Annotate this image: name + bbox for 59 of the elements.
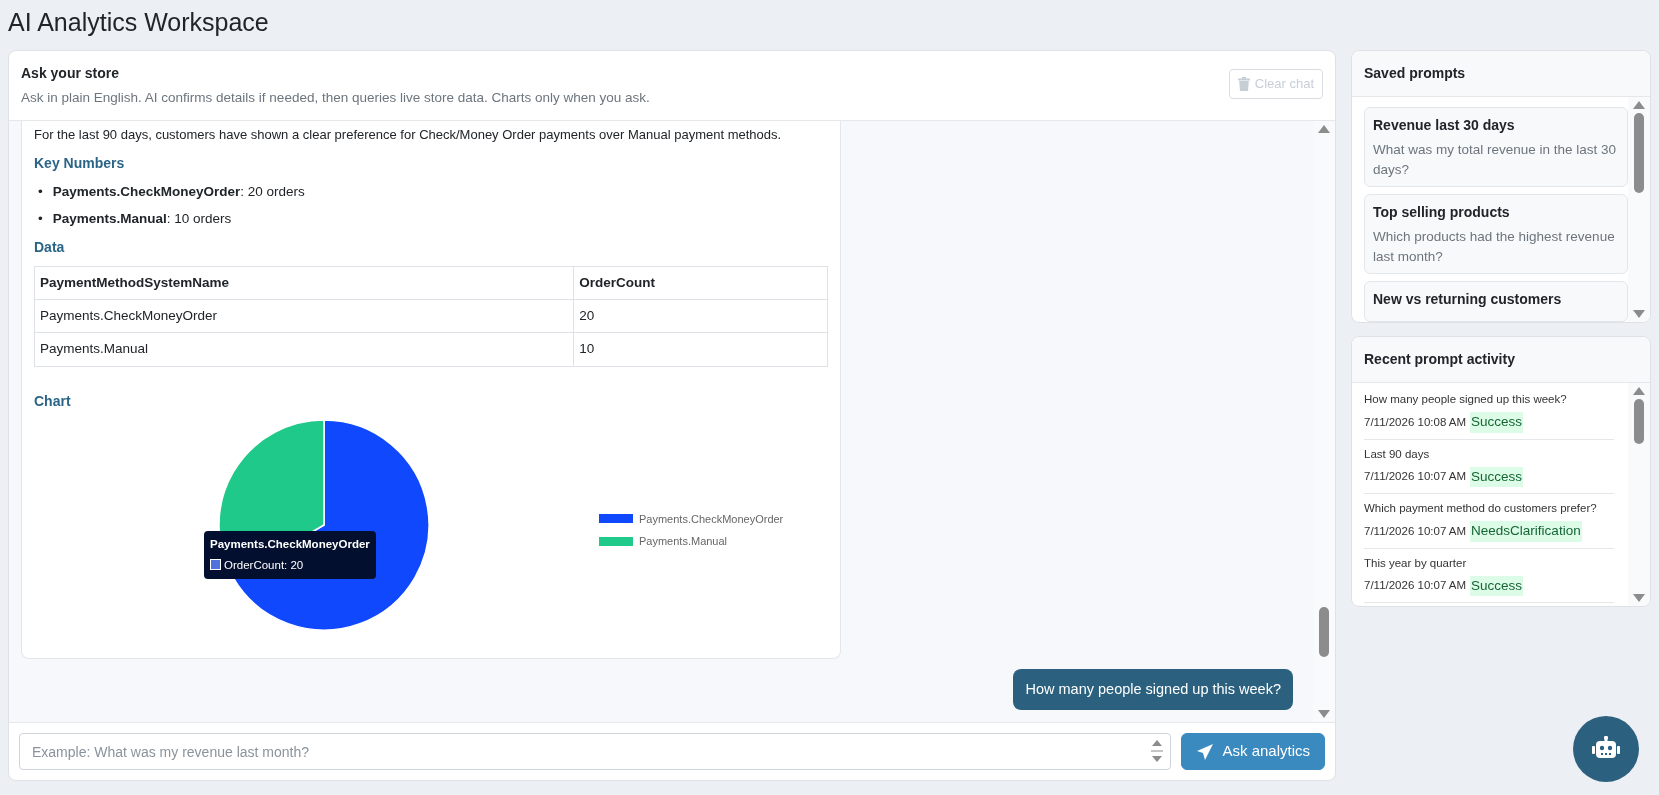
scroll-down-arrow-icon[interactable]	[1633, 310, 1645, 318]
activity-time: 7/11/2026 10:07 AM	[1364, 469, 1467, 485]
scroll-down-arrow-icon[interactable]	[1633, 594, 1645, 602]
key-number-item: Payments.CheckMoneyOrder: 20 orders	[52, 182, 305, 201]
prompt-title: Revenue last 30 days	[1373, 116, 1516, 135]
ask-analytics-button[interactable]: Ask analytics	[1181, 733, 1325, 770]
send-icon	[1196, 742, 1215, 761]
scrollbar-thumb[interactable]	[1634, 399, 1644, 444]
scrollbar[interactable]	[1628, 383, 1650, 606]
prompt-text: What was my total revenue in the last 30 days?	[1373, 141, 1618, 179]
scroll-down-arrow-icon[interactable]	[1318, 710, 1330, 718]
prompt-title: New vs returning customers	[1373, 290, 1563, 310]
trash-icon	[1237, 76, 1250, 91]
scrollbar[interactable]	[1628, 97, 1650, 322]
table-cell: Payments.Manual	[34, 332, 574, 366]
bullet-marker: •	[38, 182, 43, 201]
panel-title: Saved prompts	[1352, 51, 1650, 97]
table-cell: 20	[573, 299, 828, 333]
saved-prompt-card[interactable]: Top selling products Which products had the highest revenue last month?	[1364, 194, 1628, 275]
section-heading: Key Numbers	[34, 153, 126, 173]
activity-time: 7/11/2026 10:08 AM	[1364, 414, 1467, 430]
activity-time: 7/11/2026 10:07 AM	[1364, 523, 1467, 539]
legend-label: Payments.Manual	[639, 534, 728, 549]
status-label: Success	[1470, 466, 1524, 487]
prompt-title: Top selling products	[1373, 203, 1511, 223]
column-header: OrderCount	[573, 266, 828, 300]
scrollbar-thumb[interactable]	[1634, 113, 1644, 193]
activity-prompt: This year by quarter	[1364, 555, 1468, 571]
table-cell: 10	[573, 332, 828, 366]
activity-prompt: How many people signed up this week?	[1364, 392, 1568, 407]
bullet-marker: •	[38, 209, 43, 228]
summary-text: For the last 90 days, customers have shown a clear preference for Check/Money Order payments over Manual payment methods.	[34, 126, 783, 145]
legend-label: Payments.CheckMoneyOrder	[639, 511, 784, 527]
panel-title: Recent prompt activity	[1352, 337, 1650, 383]
page-title: AI Analytics Workspace	[8, 7, 270, 38]
panel-subtitle: Ask in plain English. AI confirms details if needed, then queries live store data. Charts only when you ask.	[21, 89, 650, 107]
chart-title: Chart	[34, 391, 72, 411]
section-heading: Data	[34, 237, 66, 257]
tooltip-title: Payments.CheckMoneyOrder	[210, 536, 370, 552]
status-label: Success	[1470, 575, 1524, 596]
scroll-up-arrow-icon[interactable]	[1318, 125, 1330, 134]
status-label: Success	[1470, 412, 1524, 433]
key-number-item: Payments.Manual: 10 orders	[52, 209, 232, 228]
activity-prompt: Last 90 days	[1364, 446, 1431, 462]
activity-time: 7/11/2026 10:07 AM	[1364, 578, 1467, 594]
status-label: NeedsClarification	[1470, 521, 1582, 542]
panel-title: Ask your store	[21, 64, 121, 83]
column-header: PaymentMethodSystemName	[34, 266, 574, 300]
question-input-field[interactable]: Example: What was my revenue last month?	[19, 733, 1172, 770]
legend-item[interactable]: Payments.CheckMoneyOrder	[599, 510, 784, 527]
table-cell: Payments.CheckMoneyOrder	[34, 299, 574, 333]
saved-prompt-card[interactable]: New vs returning customers	[1364, 281, 1628, 322]
scrollbar-thumb[interactable]	[1319, 607, 1329, 658]
saved-prompt-card[interactable]: Revenue last 30 days What was my total revenue in the last 30 days?	[1364, 107, 1628, 188]
tooltip-label: OrderCount: 20	[210, 556, 370, 574]
prompt-text: Which products had the highest revenue last month?	[1373, 228, 1616, 266]
legend-item[interactable]: Payments.Manual	[599, 533, 784, 550]
user-message: How many people signed up this week?	[1013, 668, 1293, 711]
activity-prompt: Which payment method do customers prefer?	[1364, 501, 1598, 516]
